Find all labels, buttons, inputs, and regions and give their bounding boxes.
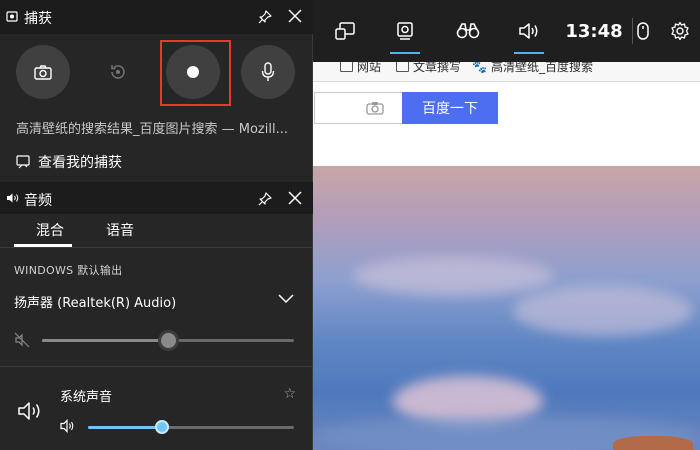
audio-title: 音频	[24, 193, 52, 209]
folder-icon	[340, 61, 353, 72]
widget-menu-icon	[335, 22, 355, 40]
capture-header: 捕获	[0, 0, 313, 34]
gear-icon	[671, 21, 689, 41]
widget-menu-button[interactable]	[327, 0, 363, 62]
close-icon[interactable]	[287, 190, 303, 206]
speaker-icon	[7, 193, 19, 203]
system-sounds-volume-fill	[88, 426, 163, 429]
performance-widget-button[interactable]	[446, 0, 490, 62]
audio-header: 音频	[0, 182, 313, 214]
system-sounds-volume-slider[interactable]	[88, 420, 294, 434]
master-volume-slider[interactable]	[42, 330, 294, 351]
master-volume-thumb[interactable]	[158, 330, 179, 351]
capture-widget-button[interactable]	[383, 0, 427, 62]
tab-voice[interactable]: 语音	[106, 220, 134, 240]
view-my-captures-link[interactable]: 查看我的捕获	[0, 146, 312, 178]
microphone-icon	[261, 62, 275, 81]
camera-icon	[34, 65, 52, 80]
favorite-star-icon[interactable]: ☆	[283, 386, 296, 402]
settings-button[interactable]	[663, 0, 697, 62]
system-sounds-label: 系统声音	[60, 390, 113, 405]
record-history-icon	[111, 65, 125, 79]
captured-window-title: 高清壁纸的搜索结果_百度图片搜索 — Mozill...	[16, 122, 288, 137]
system-sounds-icon	[18, 402, 40, 420]
tab-mix[interactable]: 混合	[36, 220, 64, 240]
microphone-button[interactable]	[241, 45, 295, 99]
output-device-select[interactable]: 扬声器 (Realtek(R) Audio)	[14, 292, 176, 311]
binoculars-icon	[456, 23, 480, 39]
capture-title: 捕获	[24, 11, 52, 27]
wallpaper-image	[313, 166, 700, 450]
baidu-search-button[interactable]: 百度一下	[402, 92, 498, 124]
audio-widget: 音频 混合 语音 WINDOWS 默认输出 扬声器 (Realtek(R) Au…	[0, 182, 313, 450]
master-volume-fill	[42, 339, 168, 342]
chevron-down-icon[interactable]	[278, 294, 294, 304]
mouse-icon	[637, 22, 649, 40]
pin-icon[interactable]	[257, 9, 273, 25]
capture-icon	[397, 22, 413, 40]
screenshot-button[interactable]	[16, 45, 70, 99]
clock: 13:48	[565, 20, 623, 42]
muted-speaker-icon[interactable]	[14, 332, 30, 348]
capture-widget: 捕获 高清壁纸的搜索结果_百度图片搜索 — Mozill... 查看我的捕获	[0, 0, 313, 182]
system-sounds-volume-thumb[interactable]	[155, 420, 170, 434]
camera-search-icon[interactable]	[366, 101, 384, 115]
pin-icon[interactable]	[257, 191, 273, 207]
highlight-box	[160, 40, 231, 106]
capture-icon	[6, 11, 18, 22]
record-last-30s-button[interactable]	[91, 45, 145, 99]
folder-icon	[396, 61, 409, 72]
view-my-captures-label: 查看我的捕获	[38, 155, 122, 171]
speaker-icon	[519, 23, 538, 39]
section-heading: WINDOWS 默认输出	[14, 264, 123, 277]
search-input[interactable]	[314, 92, 402, 124]
gallery-icon	[16, 155, 30, 169]
game-bar-top: 13:48	[313, 0, 700, 62]
mouse-button[interactable]	[629, 0, 657, 62]
speaker-icon[interactable]	[60, 419, 76, 433]
close-icon[interactable]	[287, 8, 303, 24]
audio-widget-button[interactable]	[507, 0, 551, 62]
